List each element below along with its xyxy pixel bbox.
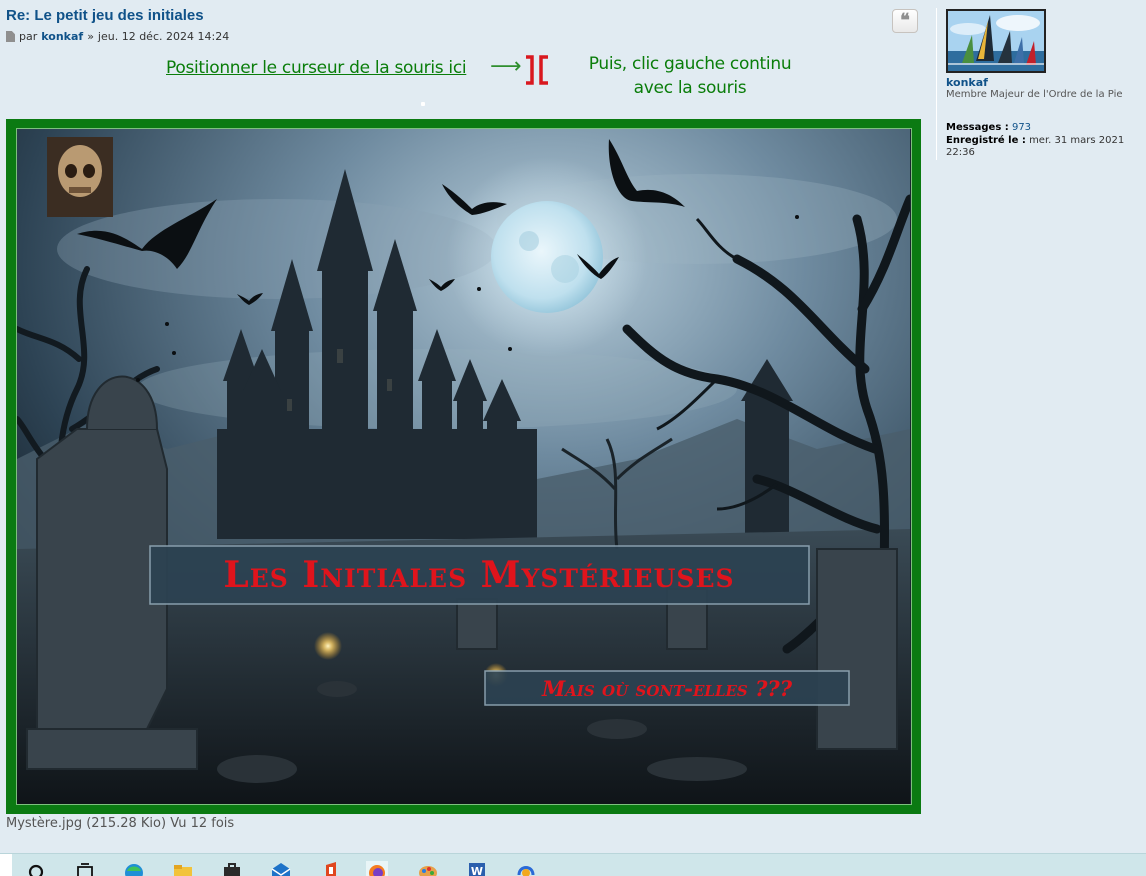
instruction-right-line1: Puis, clic gauche continu xyxy=(588,54,792,74)
image-frame: Les Initiales Mystérieuses Mais où sont-… xyxy=(6,119,921,814)
word-icon[interactable]: W xyxy=(466,861,488,876)
post-meta: par konkaf » jeu. 12 déc. 2024 14:24 xyxy=(6,30,229,43)
arrow-right-icon: ⟶ xyxy=(490,54,522,79)
svg-text:W: W xyxy=(471,865,483,876)
profile-username-link[interactable]: konkaf xyxy=(946,76,988,89)
sidebar-divider xyxy=(936,8,937,160)
text-cursor-icon[interactable] xyxy=(523,54,551,90)
post-title[interactable]: Re: Le petit jeu des initiales xyxy=(6,7,204,24)
search-icon[interactable] xyxy=(26,861,48,876)
quote-icon: ❝ xyxy=(900,10,910,31)
windows-taskbar: W xyxy=(0,853,1146,876)
store-icon[interactable] xyxy=(221,861,243,876)
mail-icon[interactable] xyxy=(270,861,292,876)
messages-count-link[interactable]: 973 xyxy=(1012,122,1031,133)
post-by-label: par xyxy=(19,30,38,43)
post-author-link[interactable]: konkaf xyxy=(41,30,83,43)
instruction-position-cursor: Positionner le curseur de la souris ici xyxy=(166,58,467,78)
profile-rank: Membre Majeur de l'Ordre de la Pie xyxy=(946,89,1123,100)
dot-marker xyxy=(421,102,425,106)
file-explorer-icon[interactable] xyxy=(172,861,194,876)
attached-image[interactable]: Les Initiales Mystérieuses Mais où sont-… xyxy=(16,128,912,805)
post-icon xyxy=(6,31,15,42)
post-date: jeu. 12 déc. 2024 14:24 xyxy=(97,30,230,43)
profile-registered: Enregistré le : mer. 31 mars 2021 22:36 xyxy=(946,135,1142,159)
quote-button[interactable]: ❝ xyxy=(892,9,918,33)
banner-subtitle: Mais où sont-elles ??? xyxy=(541,676,793,701)
headset-icon[interactable] xyxy=(515,861,537,876)
firefox-icon[interactable] xyxy=(366,861,388,876)
image-caption: Mystère.jpg (215.28 Kio) Vu 12 fois xyxy=(6,816,235,831)
paint-icon[interactable] xyxy=(417,861,439,876)
post-date-separator: » xyxy=(87,30,94,43)
registered-label: Enregistré le : xyxy=(946,135,1026,146)
instruction-left-click: Puis, clic gauche continu avec la souris xyxy=(570,52,810,100)
profile-messages: Messages : 973 xyxy=(946,122,1142,134)
banner-title: Les Initiales Mystérieuses xyxy=(223,554,734,596)
avatar[interactable] xyxy=(946,9,1046,73)
task-view-icon[interactable] xyxy=(74,861,96,876)
edge-icon[interactable] xyxy=(123,861,145,876)
messages-label: Messages : xyxy=(946,122,1009,133)
start-area[interactable] xyxy=(0,854,12,876)
office-icon[interactable] xyxy=(320,861,342,876)
instruction-right-line2: avec la souris xyxy=(633,78,747,98)
